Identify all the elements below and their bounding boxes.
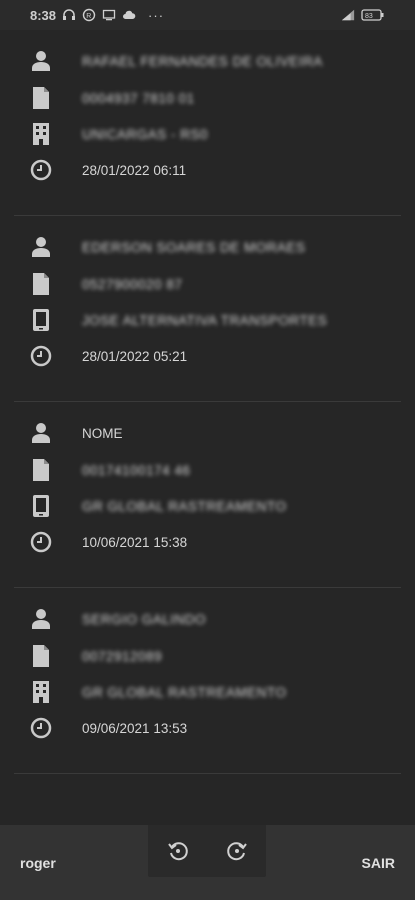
entry-card[interactable]: RAFAEL FERNANDES DE OLIVEIRA 0004937 781… xyxy=(14,30,401,216)
entry-datetime-row: 28/01/2022 05:21 xyxy=(28,341,187,371)
entry-document: 00174100174 46 xyxy=(82,462,191,478)
logout-button[interactable]: SAIR xyxy=(362,855,395,871)
building-icon xyxy=(28,121,54,147)
entry-datetime: 10/06/2021 15:38 xyxy=(82,534,188,550)
entry-card[interactable]: NOME 00174100174 46 GR GLOBAL RASTREAMEN… xyxy=(14,402,401,588)
entry-company: GR GLOBAL RASTREAMENTO xyxy=(82,498,287,514)
battery-level: 83 xyxy=(365,13,373,20)
entry-datetime: 09/06/2021 13:53 xyxy=(82,720,188,736)
entry-company-row: GR GLOBAL RASTREAMENTO xyxy=(28,677,287,707)
entry-datetime-row: 28/01/2022 06:11 xyxy=(28,155,186,185)
entry-document-row: 0527900020 87 xyxy=(28,269,182,299)
cloud-icon xyxy=(123,10,136,19)
entry-name: NOME xyxy=(82,425,123,441)
entry-name-row: EDERSON SOARES DE MORAES xyxy=(28,232,306,262)
clock-icon xyxy=(28,343,54,369)
entry-document-row: 0072912089 xyxy=(28,641,162,671)
document-icon xyxy=(28,643,54,669)
entry-name: SERGIO GALINDO xyxy=(82,611,207,627)
entry-card[interactable]: EDERSON SOARES DE MORAES 0527900020 87 J… xyxy=(14,216,401,402)
phone-icon xyxy=(28,307,54,333)
status-right: 83 xyxy=(341,8,385,22)
person-icon xyxy=(28,234,54,260)
more-notifications-icon: ··· xyxy=(148,7,165,23)
entry-name-row: SERGIO GALINDO xyxy=(28,604,206,634)
person-icon xyxy=(28,420,54,446)
entry-company-row: GR GLOBAL RASTREAMENTO xyxy=(28,491,287,521)
bottom-bar: roger SAIR xyxy=(0,825,415,900)
document-icon xyxy=(28,457,54,483)
rotate-left-button[interactable] xyxy=(162,835,194,867)
clock-icon xyxy=(28,529,54,555)
entry-card[interactable]: SERGIO GALINDO 0072912089 GR GLOBAL RAST… xyxy=(14,588,401,774)
entry-datetime: 28/01/2022 06:11 xyxy=(82,162,187,178)
entry-company-row: JOSE ALTERNATIVA TRANSPORTES xyxy=(28,305,327,335)
person-icon xyxy=(28,48,54,74)
headset-icon xyxy=(63,9,76,20)
phone-icon xyxy=(28,493,54,519)
entry-company: GR GLOBAL RASTREAMENTO xyxy=(82,684,287,700)
entry-company: JOSE ALTERNATIVA TRANSPORTES xyxy=(82,312,328,328)
entry-name: EDERSON SOARES DE MORAES xyxy=(82,239,306,255)
document-icon xyxy=(28,271,54,297)
battery-icon: 83 xyxy=(361,9,384,21)
entries-list[interactable]: RAFAEL FERNANDES DE OLIVEIRA 0004937 781… xyxy=(0,30,415,825)
entry-document: 0072912089 xyxy=(82,648,163,664)
rotate-left-icon xyxy=(167,842,188,861)
rotation-controls xyxy=(148,825,266,877)
building-icon xyxy=(28,679,54,705)
user-label: roger xyxy=(20,854,56,871)
sync-icon: R xyxy=(82,8,96,22)
entry-company: UNICARGAS - RS0 xyxy=(82,126,209,142)
entry-datetime-row: 10/06/2021 15:38 xyxy=(28,527,187,557)
signal-icon xyxy=(341,9,355,21)
rotate-right-button[interactable] xyxy=(221,835,253,867)
entry-name-row: NOME xyxy=(28,418,123,448)
person-icon xyxy=(28,606,54,632)
entry-name: RAFAEL FERNANDES DE OLIVEIRA xyxy=(82,53,323,69)
rotate-right-icon xyxy=(226,842,247,861)
entry-company-row: UNICARGAS - RS0 xyxy=(28,119,208,149)
entry-datetime-row: 09/06/2021 13:53 xyxy=(28,713,187,743)
entry-document: 0004937 7810 01 xyxy=(82,90,195,106)
entry-document-row: 0004937 7810 01 xyxy=(28,83,195,113)
entry-document: 0527900020 87 xyxy=(82,276,183,292)
entry-document-row: 00174100174 46 xyxy=(28,455,190,485)
status-left: 8:38 R ··· xyxy=(30,8,164,23)
entry-datetime: 28/01/2022 05:21 xyxy=(82,348,188,364)
document-icon xyxy=(28,85,54,111)
status-time: 8:38 xyxy=(30,7,57,23)
svg-text:R: R xyxy=(86,13,91,20)
clock-icon xyxy=(28,715,54,741)
clock-icon xyxy=(28,157,54,183)
entry-name-row: RAFAEL FERNANDES DE OLIVEIRA xyxy=(28,46,323,76)
screen-icon xyxy=(102,9,116,21)
status-bar: 8:38 R ··· 83 xyxy=(0,0,415,30)
